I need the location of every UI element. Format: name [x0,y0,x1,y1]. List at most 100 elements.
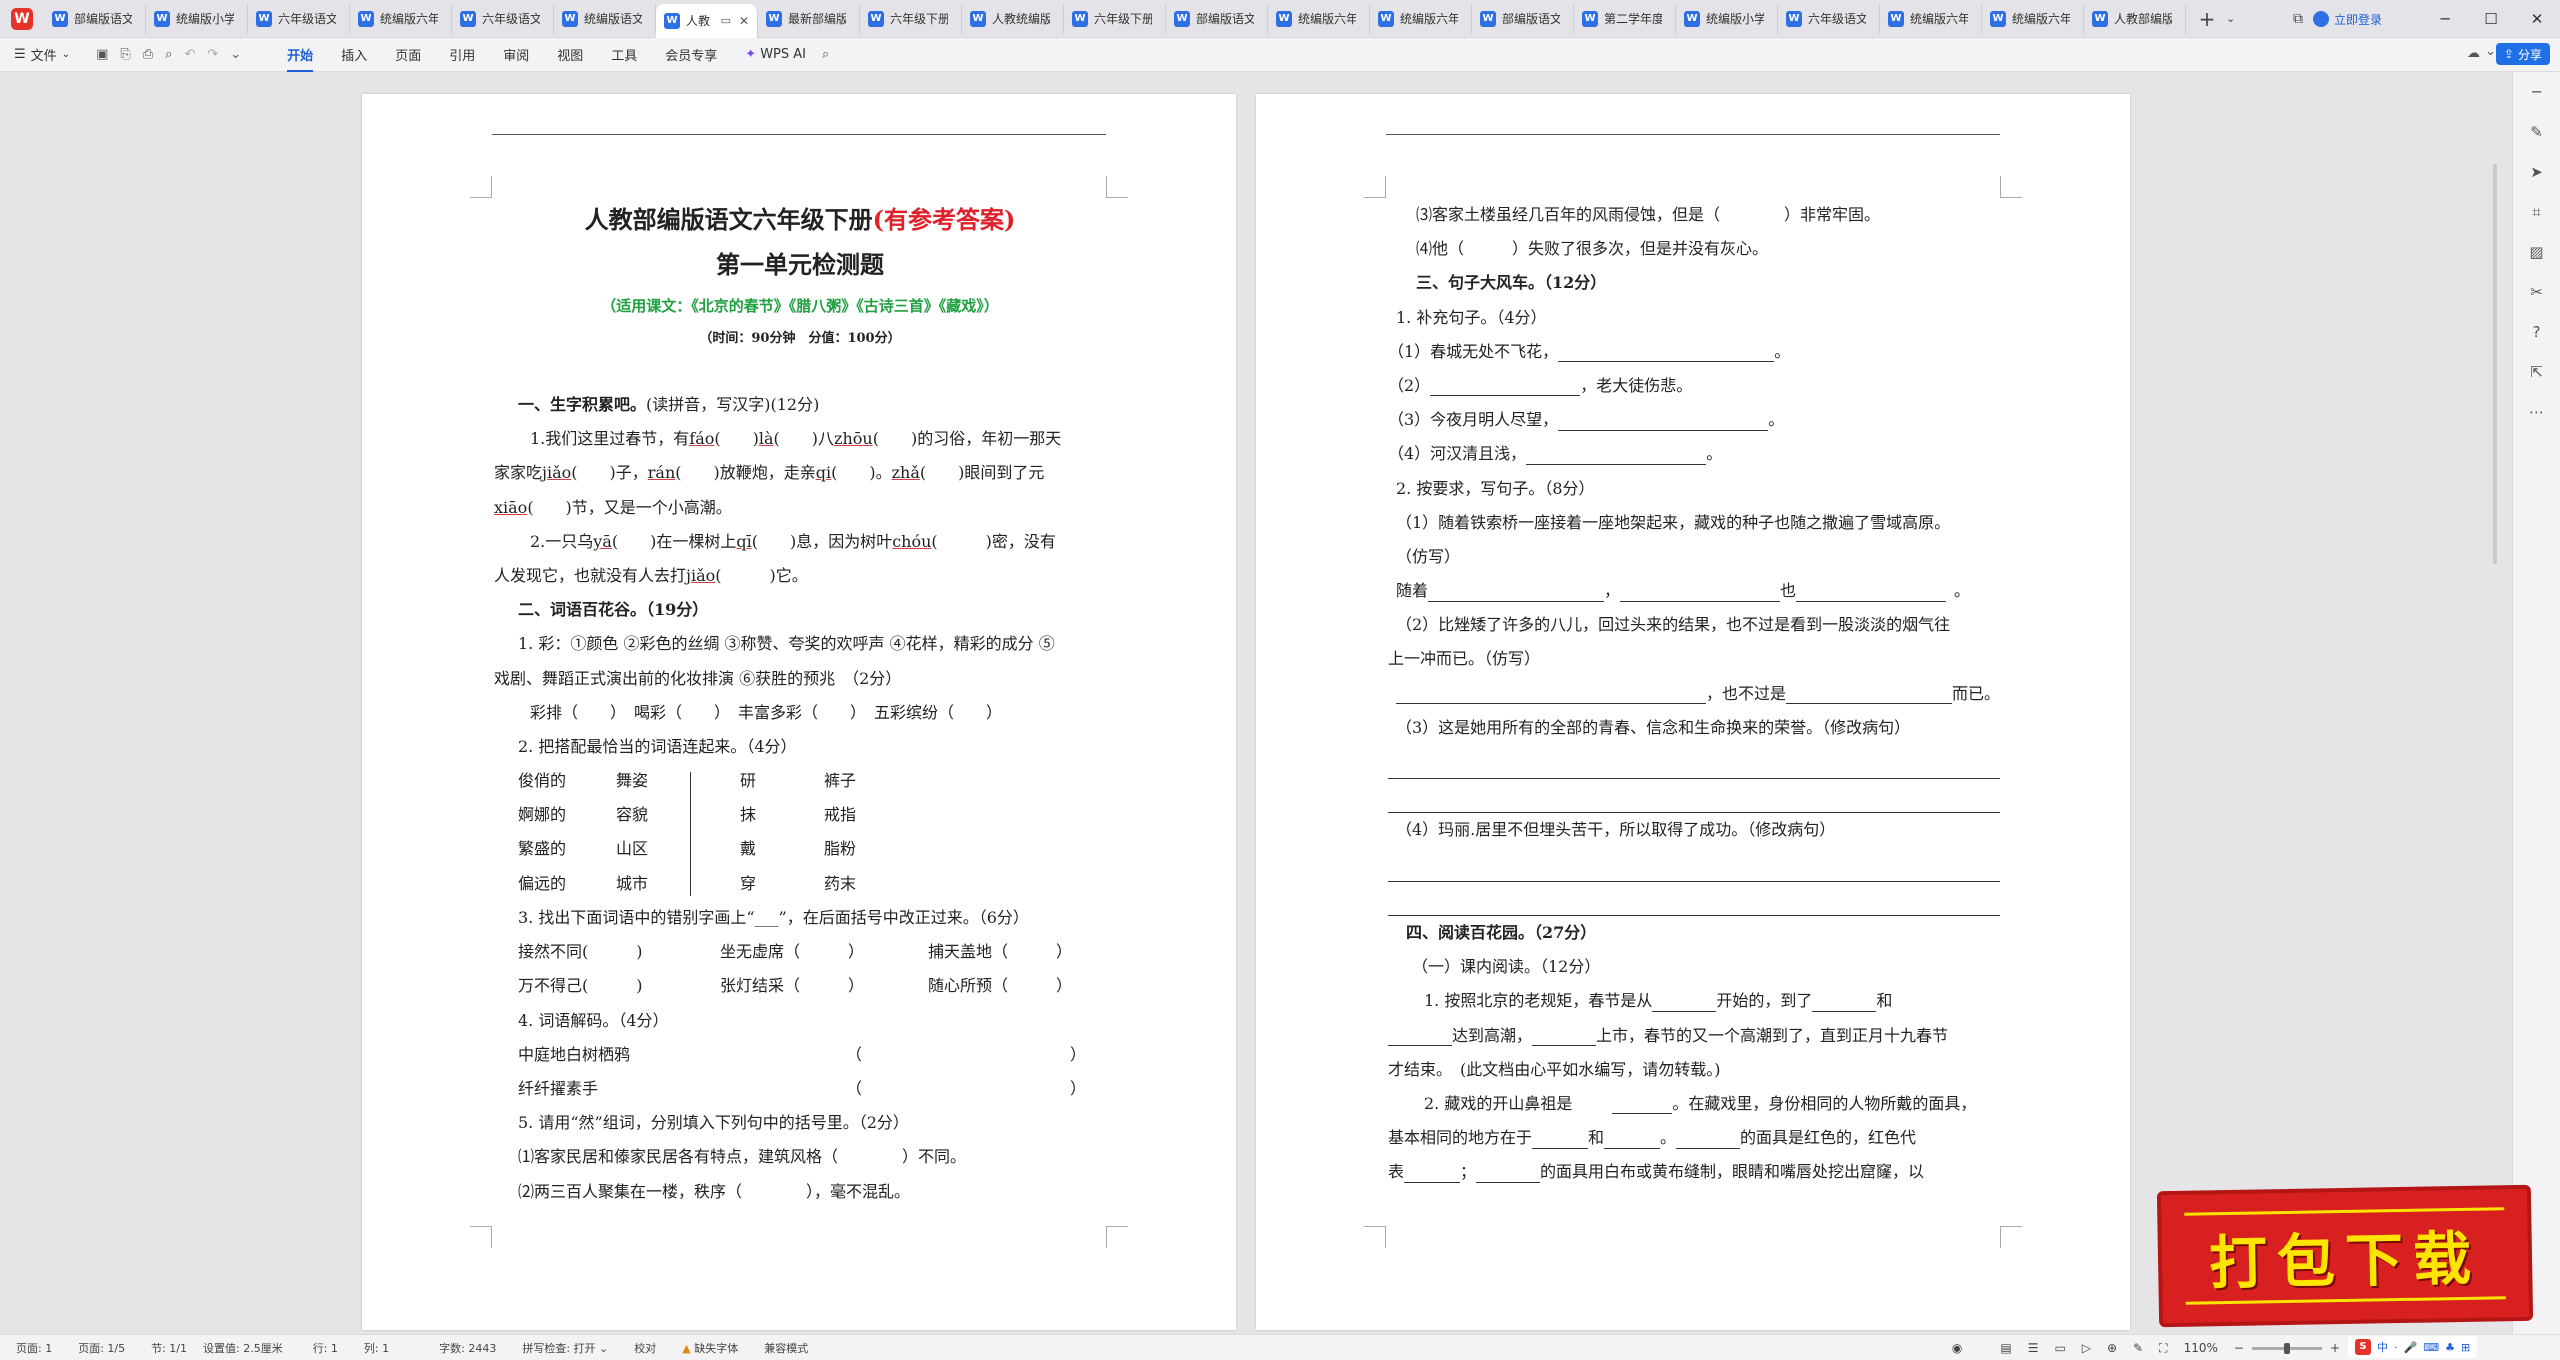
answer-line[interactable] [1388,745,2000,780]
menu-tab[interactable]: 审阅 [503,45,529,64]
status-word-count[interactable]: 字数: 2443 [439,1340,496,1356]
blank-line[interactable] [1532,1129,1589,1149]
document-tab[interactable]: W 六年级下册 [1064,3,1166,34]
status-pages[interactable]: 页面: 1/5 [78,1340,125,1356]
new-tab-button[interactable]: + [2192,7,2222,31]
export-pdf-icon[interactable]: ⎘ [120,47,130,62]
document-tab[interactable]: W 统编版小学 [146,3,248,34]
menu-tab[interactable]: 视图 [557,45,583,64]
document-tab[interactable]: W 六年级语文 [1778,3,1880,34]
undo-icon[interactable]: ↶ [184,47,195,62]
blank-line[interactable] [1652,992,1717,1012]
save-icon[interactable]: ▣ [96,47,108,62]
page-2[interactable]: ⑶客家土楼虽经几百年的风雨侵蚀，但是（ ）非常牢固。 ⑷他（ ）失败了很多次，但… [1256,94,2130,1330]
read-view-icon[interactable]: ▭ [2054,1341,2065,1355]
blank-line[interactable] [1532,1026,1597,1046]
menu-tab[interactable]: 引用 [449,45,475,64]
document-tab[interactable]: W 部编版语文 [1472,3,1574,34]
answer-line[interactable] [1388,848,2000,882]
document-tab[interactable]: W 部编版语文 [44,3,146,34]
document-tab[interactable]: W 六年级语文 [452,3,554,34]
document-tab[interactable]: W 人教部编版 [2084,3,2186,34]
menu-tab[interactable]: 开始 [287,45,314,72]
page-view-icon[interactable]: ▤ [2000,1341,2011,1355]
punctuation-icon[interactable]: · [2394,1341,2398,1354]
document-workspace[interactable]: ⋮⋮ 人教部编版语文六年级下册(有参考答案) 第一单元检测题 （适用课文：《北京… [0,72,2560,1334]
document-tab[interactable]: W 人教统编版 [962,3,1064,34]
minimize-panel-icon[interactable]: ─ [2513,72,2560,112]
blank-line[interactable] [1404,1163,1461,1183]
pen-icon[interactable]: ✎ [2513,112,2560,152]
page-2-body[interactable]: ⑶客家土楼虽经几百年的风雨侵蚀，但是（ ）非常牢固。 ⑷他（ ）失败了很多次，但… [1388,198,2000,1189]
menu-tab[interactable]: 页面 [395,45,421,64]
pen-mode-icon[interactable]: ✎ [2133,1341,2143,1355]
more-options-icon[interactable]: ⌄ [2485,44,2496,59]
share-panel-icon[interactable]: ⇱ [2513,352,2560,392]
wps-logo-icon[interactable]: W [0,0,44,38]
status-proof[interactable]: 校对 [634,1340,656,1356]
file-menu[interactable]: ☰ 文件 ⌄ [14,45,70,64]
wps-ai-button[interactable]: ✦ WPS AI [745,47,806,62]
keyboard-icon[interactable]: ⌨ [2423,1341,2439,1354]
page-1-body[interactable]: 人教部编版语文六年级下册(有参考答案) 第一单元检测题 （适用课文：《北京的春节… [494,198,1106,1209]
mic-icon[interactable]: 🎤 [2404,1341,2418,1354]
ime-lang[interactable]: 中 [2377,1339,2388,1355]
share-button[interactable]: ⇪ 分享 [2495,43,2550,65]
document-tab[interactable]: W 第二学年度 [1574,3,1676,34]
help-icon[interactable]: ? [2513,312,2560,352]
blank-line[interactable] [1676,1129,1741,1149]
search-icon[interactable]: ⌕ [822,47,829,62]
blank-line[interactable] [1476,1163,1541,1183]
menu-tab[interactable]: 工具 [611,45,637,64]
document-tab[interactable]: W 统编版语文 [554,3,656,34]
print-icon[interactable]: ⎙ [143,47,153,62]
document-tab[interactable]: W 统编版六年 [1268,3,1370,34]
blank-line[interactable] [1796,582,1947,602]
document-tab[interactable]: W 统编版六年 [1370,3,1472,34]
eye-protection-icon[interactable]: ◉ [1952,1341,1962,1355]
document-tab[interactable]: W 部编版语文 [1166,3,1268,34]
status-page[interactable]: 页面: 1 [16,1340,52,1356]
blank-line[interactable] [1604,1129,1661,1149]
zoom-handle[interactable] [2283,1342,2290,1354]
tools-grid-icon[interactable]: ⊞ [2461,1341,2470,1354]
more-icon[interactable]: ⋯ [2513,392,2560,432]
blank-line[interactable] [1396,684,1706,705]
answer-line[interactable] [1388,779,2000,814]
blank-line[interactable] [1430,376,1581,397]
blank-line[interactable] [1786,684,1953,705]
blank-line[interactable] [1388,1026,1452,1046]
zoom-level[interactable]: 110% [2184,1341,2218,1355]
restore-layout-icon[interactable]: ⧉ [2293,11,2303,27]
zoom-in-icon[interactable]: + [2330,1341,2340,1355]
menu-tab[interactable]: 会员专享 [665,45,717,64]
close-tab-icon[interactable]: ✕ [739,14,749,28]
status-spellcheck[interactable]: 拼写检查: 打开 ⌄ [522,1340,608,1356]
blank-line[interactable] [1812,992,1877,1012]
image-icon[interactable]: ▨ [2513,232,2560,272]
blank-line[interactable] [1526,445,1707,465]
sogou-logo-icon[interactable]: S [2355,1339,2371,1355]
vertical-scrollbar[interactable] [2493,164,2497,564]
blank-line[interactable] [1620,582,1781,602]
play-icon[interactable]: ▷ [2082,1341,2091,1355]
menu-tab[interactable]: 插入 [341,45,367,64]
document-tab[interactable]: W 统编版六年 [1982,3,2084,34]
tab-list-chevron-icon[interactable]: ⌄ [2226,12,2235,25]
document-tab[interactable]: W 人教 ▭ ✕ [656,3,758,38]
missing-font-button[interactable]: ▲ 缺失字体 [682,1340,738,1356]
document-tab[interactable]: W 统编版小学 [1676,3,1778,34]
cloud-sync-icon[interactable]: ☁ [2467,46,2480,61]
zoom-out-icon[interactable]: − [2234,1341,2244,1355]
document-tab[interactable]: W 统编版六年 [350,3,452,34]
blank-line[interactable] [1612,1094,1673,1115]
format-painter-icon[interactable]: ⌗ [2513,192,2560,232]
tools-icon[interactable]: ✂ [2513,272,2560,312]
fit-icon[interactable]: ⛶ [2159,1341,2167,1356]
close-window-button[interactable]: ✕ [2514,10,2560,28]
document-tab[interactable]: W 统编版六年 [1880,3,1982,34]
download-badge[interactable]: 打包下载 [2156,1184,2534,1328]
minimize-button[interactable]: ─ [2422,10,2468,28]
skin-icon[interactable]: ♣ [2445,1341,2455,1354]
answer-line[interactable] [1388,882,2000,916]
